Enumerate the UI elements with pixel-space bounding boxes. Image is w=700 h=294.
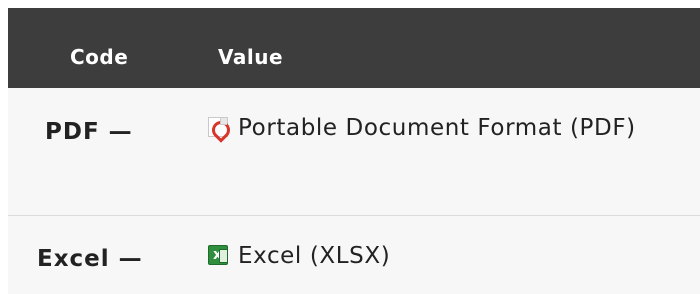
table-row: Excel — Excel (XLSX): [8, 216, 700, 294]
table-row: PDF — Portable Document Format (PDF): [8, 88, 700, 216]
value-column-header: Value: [218, 45, 284, 69]
row-value: Excel (XLSX): [208, 235, 390, 277]
row-value: Portable Document Format (PDF): [208, 107, 648, 149]
row-code: Excel —: [37, 246, 143, 272]
row-value-text: Excel (XLSX): [238, 243, 391, 269]
table-header: Code Value: [8, 8, 700, 88]
code-column-header: Code: [70, 45, 129, 69]
excel-file-icon: [208, 245, 228, 265]
row-value-text: Portable Document Format (PDF): [238, 115, 636, 141]
row-code: PDF —: [45, 119, 133, 145]
pdf-file-icon: [208, 117, 228, 137]
